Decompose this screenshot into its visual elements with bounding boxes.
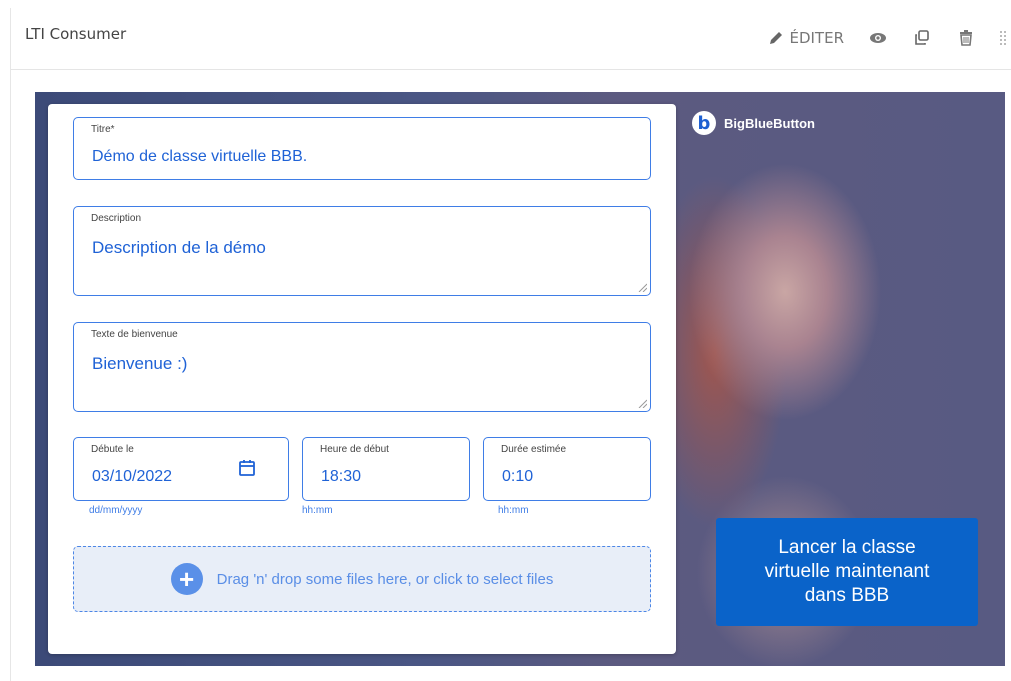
preview-button[interactable] — [868, 28, 888, 48]
start-date-value: 03/10/2022 — [92, 468, 173, 485]
panel-title: LTI Consumer — [25, 25, 127, 43]
duplicate-icon — [915, 30, 929, 45]
duration-field[interactable]: Durée estimée 0:10 — [483, 437, 651, 501]
start-time-hint: hh:mm — [302, 505, 333, 516]
trash-icon — [960, 30, 972, 46]
start-time-value: 18:30 — [321, 468, 362, 485]
calendar-icon[interactable] — [238, 459, 256, 477]
panel-header: LTI Consumer ÉDITER — [11, 8, 1011, 70]
description-label: Description — [91, 213, 142, 224]
start-date-field[interactable]: Débute le 03/10/2022 — [73, 437, 289, 501]
drag-handle-icon[interactable] — [1000, 24, 1008, 52]
plus-icon: + — [170, 563, 203, 595]
description-value: Description de la démo — [92, 238, 266, 257]
start-date-label: Débute le — [91, 444, 134, 455]
header-actions: ÉDITER — [769, 26, 1011, 50]
duplicate-button[interactable] — [912, 28, 932, 48]
file-dropzone[interactable]: + Drag 'n' drop some files here, or clic… — [73, 546, 651, 612]
welcome-value: Bienvenue :) — [92, 354, 188, 373]
delete-button[interactable] — [956, 28, 976, 48]
title-label: Titre* — [91, 124, 115, 135]
description-field[interactable]: Description Description de la démo — [73, 206, 651, 296]
duration-label: Durée estimée — [501, 444, 567, 455]
welcome-field[interactable]: Texte de bienvenue Bienvenue :) — [73, 322, 651, 412]
dropzone-text: Drag 'n' drop some files here, or click … — [216, 570, 554, 588]
bbb-logo-icon: b — [692, 111, 716, 135]
edit-button[interactable]: ÉDITER — [769, 29, 844, 47]
edit-label: ÉDITER — [789, 29, 844, 47]
launch-class-button[interactable]: Lancer la classe virtuelle maintenant da… — [716, 518, 978, 626]
bbb-logo-text: BigBlueButton — [724, 115, 815, 131]
title-value: Démo de classe virtuelle BBB. — [92, 148, 308, 165]
start-date-hint: dd/mm/yyyy — [89, 505, 143, 516]
start-time-label: Heure de début — [320, 444, 389, 455]
title-field[interactable]: Titre* Démo de classe virtuelle BBB. — [73, 117, 651, 180]
duration-value: 0:10 — [502, 468, 534, 485]
start-time-field[interactable]: Heure de début 18:30 — [302, 437, 470, 501]
form-card: Titre* Démo de classe virtuelle BBB. Des… — [48, 104, 676, 654]
bbb-logo: b BigBlueButton — [692, 111, 815, 135]
resize-handle-icon[interactable] — [638, 283, 647, 292]
pencil-icon — [770, 32, 783, 44]
duration-hint: hh:mm — [498, 505, 529, 516]
welcome-label: Texte de bienvenue — [91, 329, 178, 340]
eye-icon — [870, 33, 886, 43]
resize-handle-icon[interactable] — [638, 399, 647, 408]
